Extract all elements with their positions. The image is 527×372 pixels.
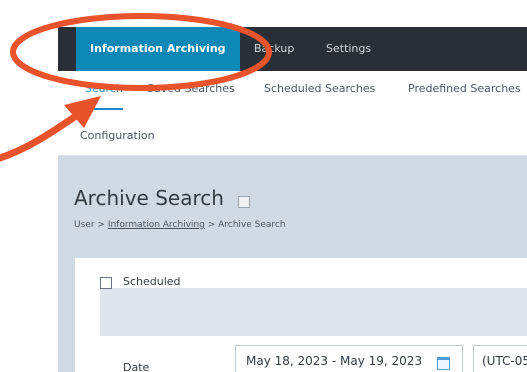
subtab-search[interactable]: Search bbox=[85, 82, 123, 110]
nav-tab-information-archiving[interactable]: Information Archiving bbox=[76, 27, 240, 71]
subtab-configuration[interactable]: Configuration bbox=[80, 129, 155, 142]
breadcrumb-information-archiving-link[interactable]: Information Archiving bbox=[108, 220, 205, 230]
date-label: Date bbox=[123, 361, 150, 372]
breadcrumb-current: Archive Search bbox=[218, 220, 286, 230]
date-range-input[interactable]: May 18, 2023 - May 19, 2023 bbox=[235, 345, 463, 372]
calendar-icon[interactable] bbox=[437, 357, 450, 370]
subtab-predefined-searches[interactable]: Predefined Searches bbox=[408, 82, 521, 108]
breadcrumb-separator: > bbox=[97, 220, 105, 230]
page-title: Archive Search bbox=[74, 186, 224, 210]
scheduled-label: Scheduled bbox=[123, 275, 181, 288]
top-strip bbox=[58, 0, 527, 27]
main-content: Archive Search User > Information Archiv… bbox=[58, 156, 527, 372]
top-nav-bar: Information Archiving Backup Settings bbox=[58, 27, 527, 71]
timezone-select[interactable]: (UTC-05:00) bbox=[473, 345, 527, 372]
nav-tab-backup[interactable]: Backup bbox=[254, 27, 294, 71]
subtab-saved-searches[interactable]: Saved Searches bbox=[147, 82, 235, 108]
bookmark-icon[interactable] bbox=[238, 196, 250, 208]
breadcrumb-separator: > bbox=[207, 220, 216, 230]
breadcrumb: User > Information Archiving > Archive S… bbox=[74, 220, 286, 230]
scheduled-checkbox[interactable] bbox=[100, 277, 112, 289]
subtab-scheduled-searches[interactable]: Scheduled Searches bbox=[264, 82, 375, 108]
sub-nav: Search Saved Searches Scheduled Searches… bbox=[58, 71, 527, 156]
app-window: Information Archiving Backup Settings Se… bbox=[58, 0, 527, 372]
nav-tab-settings[interactable]: Settings bbox=[326, 27, 371, 71]
search-form-card: Scheduled Date May 18, 2023 - May 19, 20… bbox=[75, 258, 527, 372]
scheduled-row bbox=[100, 288, 527, 336]
breadcrumb-user: User bbox=[74, 220, 95, 230]
